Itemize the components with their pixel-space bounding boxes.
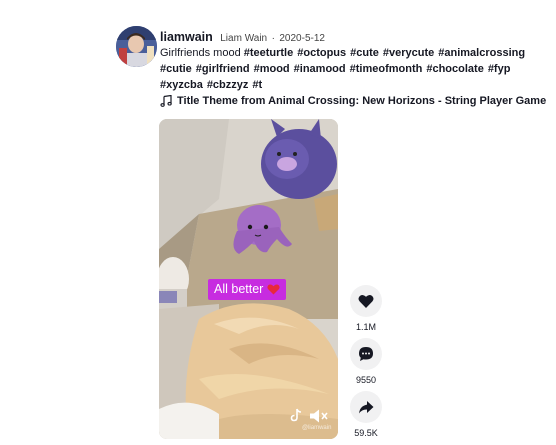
nickname: Liam Wain [220, 33, 268, 44]
caption-text: Girlfriends mood [160, 47, 241, 59]
mute-icon[interactable] [309, 408, 329, 424]
hashtag[interactable]: #teeturtle [244, 47, 294, 59]
share-count: 59.5K [354, 428, 378, 438]
video-sticker: All better [208, 279, 287, 300]
share-button[interactable] [350, 391, 382, 423]
music-title: Title Theme from Animal Crossing: New Ho… [177, 95, 547, 107]
avatar[interactable] [116, 26, 157, 67]
username[interactable]: liamwain [160, 30, 213, 44]
music-note-icon [160, 95, 172, 107]
heart-icon [358, 294, 374, 308]
hashtag[interactable]: #timeofmonth [350, 63, 423, 75]
tiktok-logo-icon [290, 408, 302, 422]
hashtag[interactable]: #octopus [297, 47, 346, 59]
comment-count: 9550 [355, 375, 377, 385]
hashtag[interactable]: #cbzzyz [207, 79, 249, 91]
comment-button[interactable] [350, 338, 382, 370]
sticker-text: All better [214, 282, 264, 296]
like-button[interactable] [350, 285, 382, 317]
hashtag[interactable]: #verycute [383, 47, 434, 59]
watermark-text: @liamwain [302, 425, 332, 431]
share-action: 59.5K [350, 391, 382, 438]
hashtag[interactable]: #inamood [294, 63, 346, 75]
like-count: 1.1M [355, 322, 376, 332]
share-icon [359, 400, 374, 413]
hashtag[interactable]: #animalcrossing [438, 47, 525, 59]
video-player[interactable]: All better @liamwain [159, 119, 338, 439]
comment-icon [359, 347, 373, 361]
hashtag[interactable]: #girlfriend [196, 63, 250, 75]
hashtag[interactable]: #mood [254, 63, 290, 75]
like-action: 1.1M [350, 285, 382, 332]
hashtag[interactable]: #fyp [488, 63, 511, 75]
comment-action: 9550 [350, 338, 382, 385]
music-link[interactable]: Title Theme from Animal Crossing: New Ho… [160, 95, 546, 107]
caption: Girlfriends mood #teeturtle #octopus #cute #… [160, 45, 540, 93]
avatar-image [116, 26, 157, 67]
hashtag[interactable]: #t [252, 79, 262, 91]
heart-emoji-icon [267, 283, 280, 294]
author-line: liamwain Liam Wain · 2020-5-12 [160, 30, 325, 46]
separator: · [271, 33, 275, 44]
hashtag[interactable]: #chocolate [426, 63, 483, 75]
hashtag[interactable]: #xyzcba [160, 79, 203, 91]
post-date: 2020-5-12 [279, 33, 325, 44]
hashtag[interactable]: #cutie [160, 63, 192, 75]
hashtag[interactable]: #cute [350, 47, 379, 59]
